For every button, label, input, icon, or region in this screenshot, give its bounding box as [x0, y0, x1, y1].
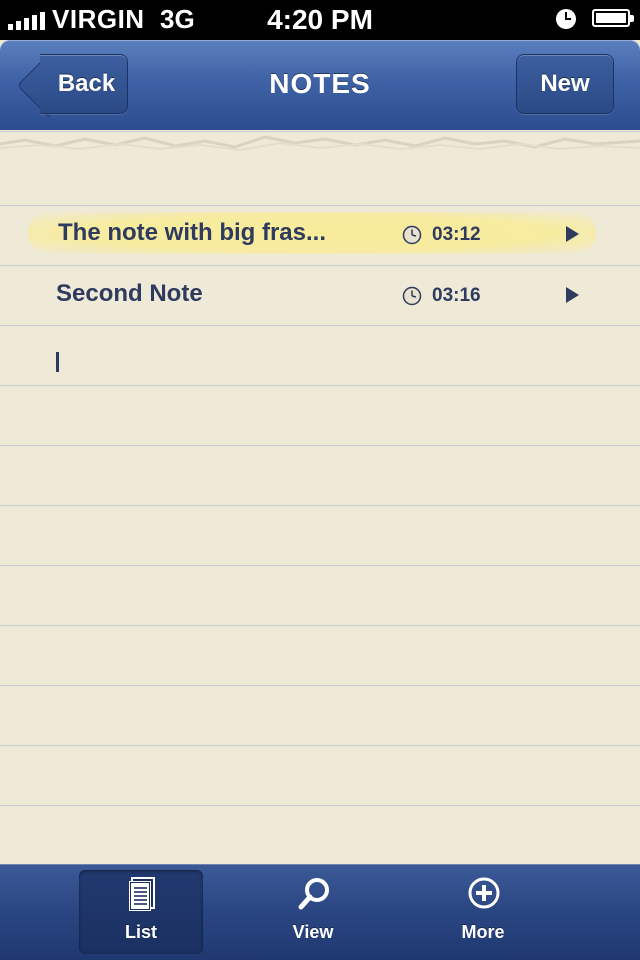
note-title: The note with big fras...: [58, 219, 327, 246]
note-time: 03:16: [432, 285, 481, 306]
document-list-icon: [129, 877, 155, 911]
search-icon: [298, 878, 329, 910]
text-cursor[interactable]: [56, 352, 59, 372]
clock-icon: [402, 286, 422, 306]
disclosure-arrow-icon[interactable]: [566, 226, 579, 242]
note-title: Second Note: [56, 280, 203, 307]
tab-view[interactable]: View: [251, 870, 375, 954]
tab-label: View: [292, 922, 334, 942]
disclosure-arrow-icon[interactable]: [566, 287, 579, 303]
status-bar: VIRGIN 3G 4:20 PM: [0, 0, 640, 40]
status-time: 4:20 PM: [267, 4, 373, 35]
tab-bar: List View More: [0, 864, 640, 960]
tab-list[interactable]: List: [79, 870, 203, 954]
tab-more[interactable]: More: [421, 870, 545, 954]
alarm-clock-icon: [556, 9, 576, 29]
plus-circle-icon: [468, 877, 500, 909]
tab-label: List: [124, 922, 157, 942]
note-time: 03:12: [432, 224, 481, 245]
clock-icon: [402, 225, 422, 245]
note-row[interactable]: Second Note 03:16: [0, 265, 640, 325]
torn-paper-edge: [0, 135, 640, 152]
note-row[interactable]: The note with big fras... 03:12: [0, 204, 640, 264]
battery-icon: [592, 9, 634, 27]
tab-label: More: [461, 922, 505, 942]
navigation-bar: Back NOTES New: [0, 40, 640, 130]
new-note-button[interactable]: New: [516, 54, 614, 114]
notes-paper: The note with big fras... 03:12 Second N…: [0, 130, 640, 864]
